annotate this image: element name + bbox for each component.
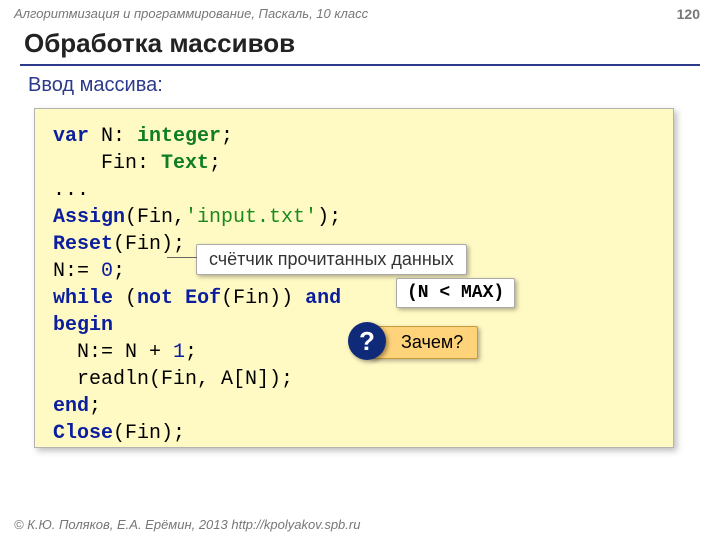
page-title: Обработка массивов [24,28,295,59]
string-literal: 'input.txt' [185,206,317,229]
code-text: (Fin, [125,206,185,229]
code-text: ... [53,179,89,202]
question-icon: ? [348,322,386,360]
code-text: (Fin); [113,233,185,256]
code-text: ; [113,260,125,283]
subtitle: Ввод массива: [28,74,163,97]
title-rule [20,64,700,66]
num-literal: 0 [101,260,113,283]
code-text: Fin: [53,152,161,175]
code-text: N: [89,125,137,148]
kw-while: while [53,287,113,310]
fn-eof: Eof [185,287,221,310]
fn-close: Close [53,422,113,445]
page-number: 120 [677,6,700,22]
fn-reset: Reset [53,233,113,256]
code-text: ( [113,287,137,310]
code-text: N:= N + [53,341,173,364]
num-literal: 1 [173,341,185,364]
header-note: Алгоритмизация и программирование, Паска… [14,6,368,21]
type-integer: integer [137,125,221,148]
code-text: N:= [53,260,101,283]
kw-var: var [53,125,89,148]
code-text: (Fin); [113,422,185,445]
callout-counter: счётчик прочитанных данных [196,244,467,275]
type-text: Text [161,152,209,175]
code-text: ; [185,341,197,364]
kw-not: not [137,287,173,310]
kw-begin: begin [53,314,113,337]
code-text: ; [221,125,233,148]
fn-assign: Assign [53,206,125,229]
code-text: ; [89,395,101,418]
code-block: var N: integer; Fin: Text; ... Assign(Fi… [34,108,674,448]
kw-and: and [305,287,341,310]
code-text: ; [209,152,221,175]
callout-condition: (N < MAX) [396,278,515,308]
callout-why: Зачем? [370,326,478,359]
code-text: readln(Fin, A[N]); [53,368,293,391]
kw-end: end [53,395,89,418]
code-text: (Fin)) [221,287,305,310]
code-text [173,287,185,310]
footer: © К.Ю. Поляков, Е.А. Ерёмин, 2013 http:/… [14,517,360,532]
code-text: ); [317,206,341,229]
